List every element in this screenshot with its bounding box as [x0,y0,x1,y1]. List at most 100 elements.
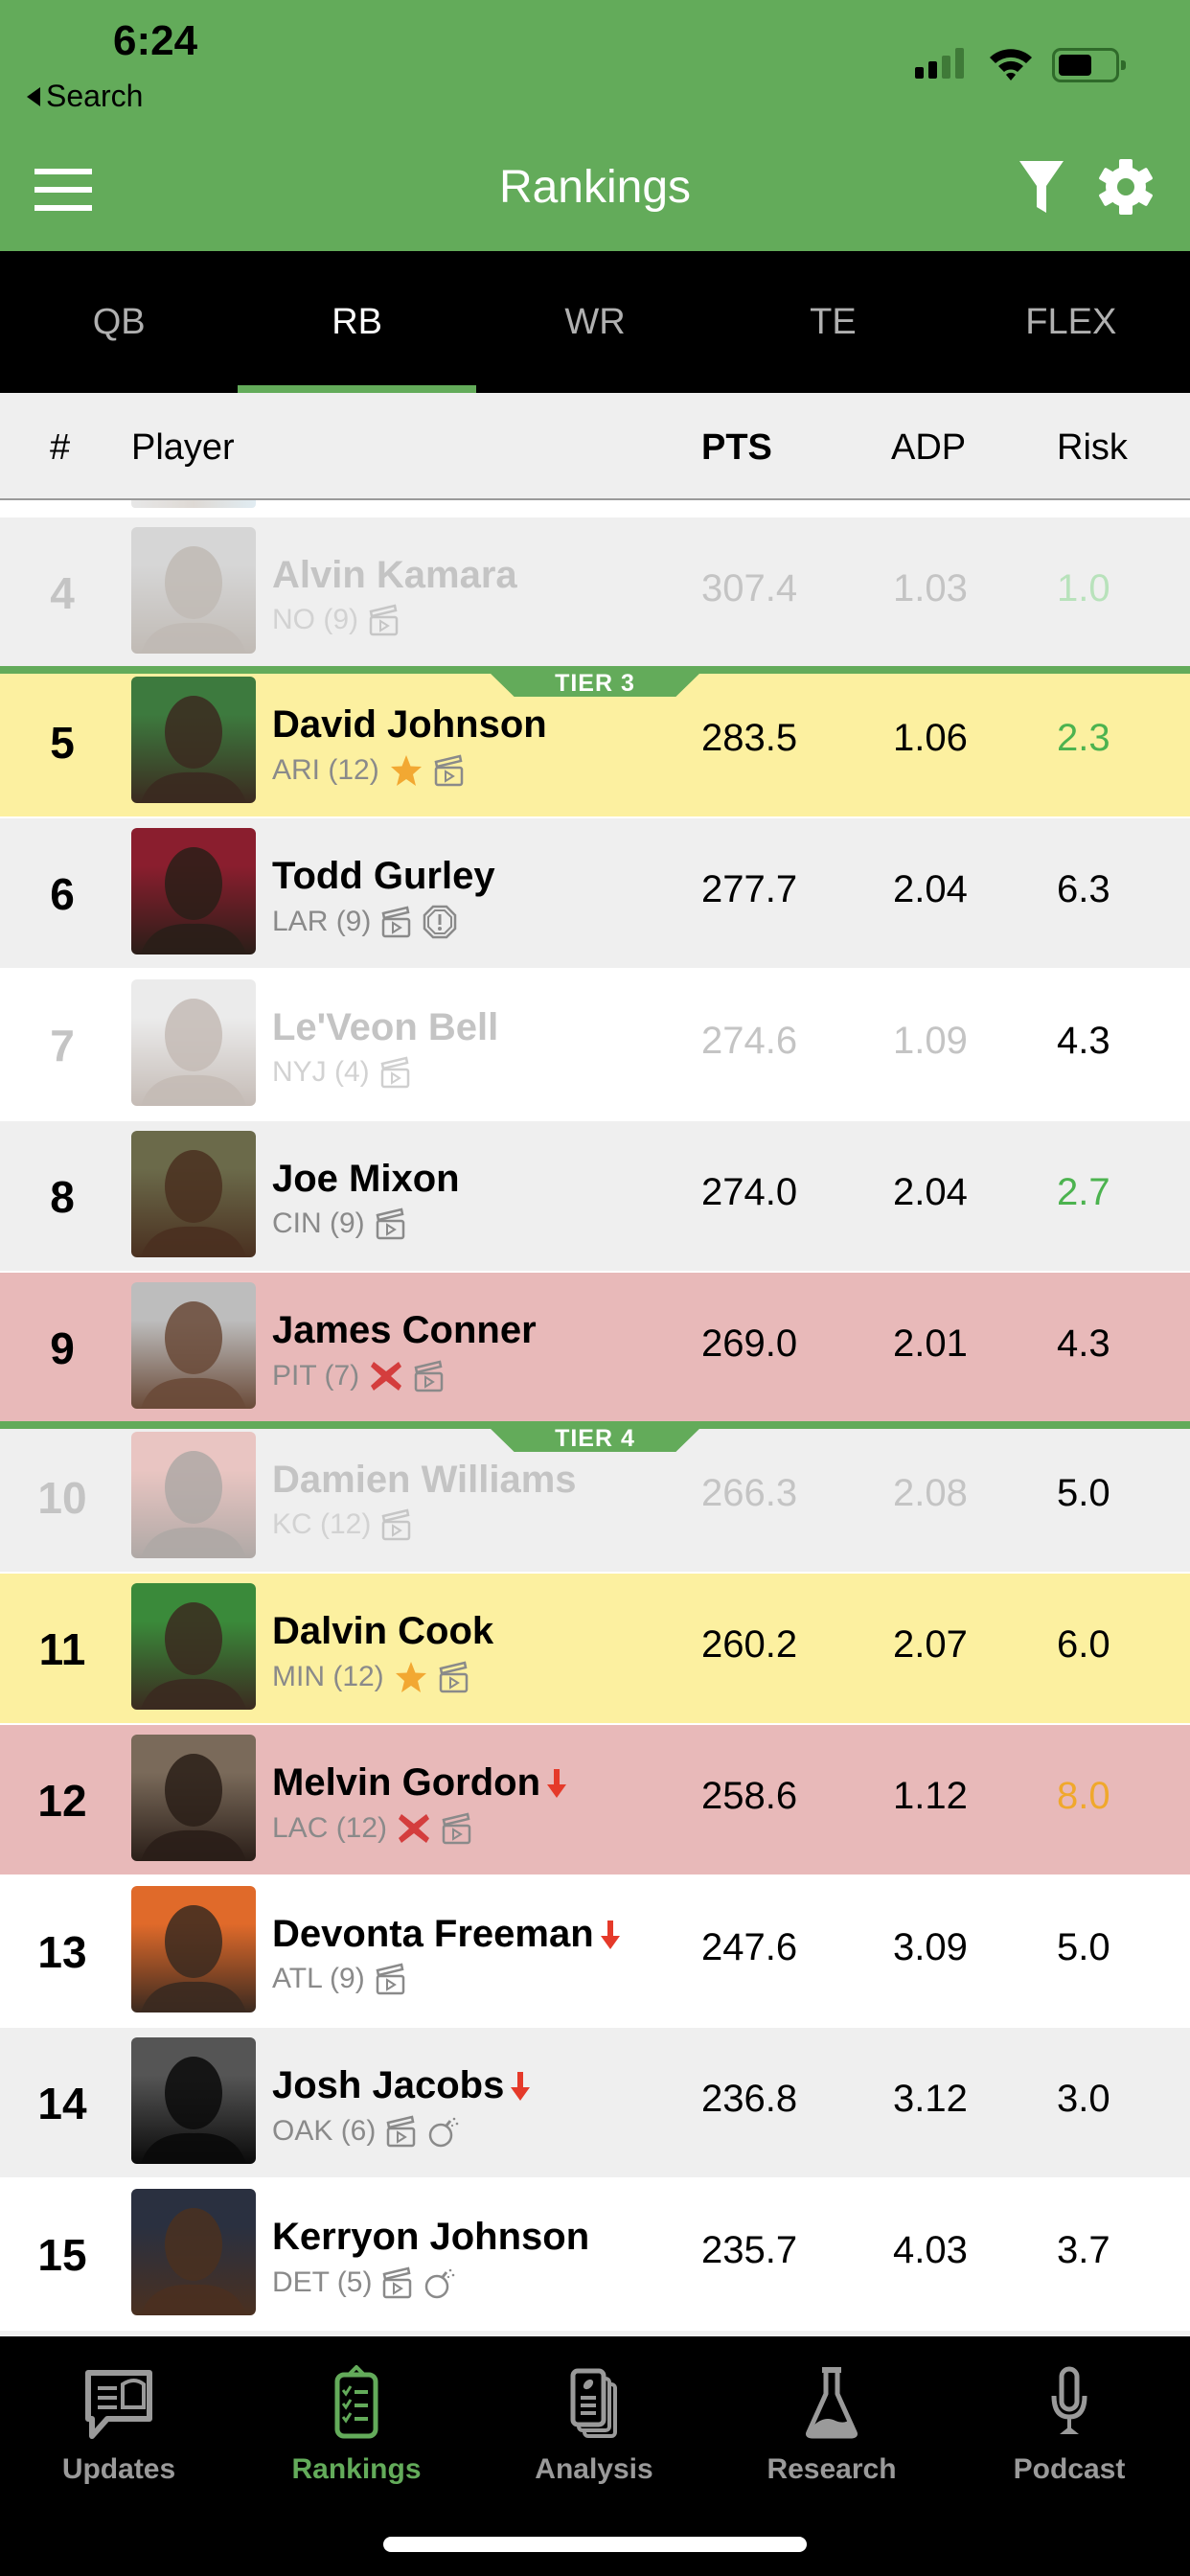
tier-badge: TIER 3 [489,672,701,697]
player-row[interactable]: 14 Josh Jacobs OAK (6) 236.8 3.12 3.0 [0,2028,1190,2177]
player-name[interactable]: Todd Gurley [272,855,495,898]
column-header-rank[interactable]: # [50,427,70,469]
battery-icon [1052,48,1126,82]
player-name[interactable]: Damien Williams [272,1459,577,1502]
updates-icon [85,2370,152,2439]
bottom-tab-rankings[interactable]: Rankings [238,2336,475,2499]
player-risk: 2.7 [1057,1171,1110,1213]
player-name[interactable]: Alvin Kamara [272,554,517,597]
player-photo[interactable] [131,677,256,803]
rookie-bomb-icon[interactable] [427,2114,462,2149]
player-name-wrap[interactable]: Todd Gurley [272,855,495,898]
bottom-tab-podcast[interactable]: Podcast [950,2336,1188,2499]
player-name-wrap[interactable]: James Conner [272,1309,537,1352]
player-pts: 247.6 [701,1926,798,1968]
player-photo[interactable] [131,1583,256,1710]
injury-alert-icon[interactable] [423,905,457,939]
player-name-wrap[interactable]: Kerryon Johnson [272,2216,589,2259]
player-photo[interactable] [131,1131,256,1257]
column-header-adp[interactable]: ADP [891,427,966,469]
column-header-risk[interactable]: Risk [1057,427,1128,469]
tab-wr[interactable]: WR [476,251,714,393]
player-name[interactable]: Josh Jacobs [272,2064,504,2107]
video-clapper-icon[interactable] [368,604,400,636]
player-rank: 12 [37,1776,87,1826]
video-clapper-icon[interactable] [413,1360,446,1392]
player-name-wrap[interactable]: Melvin Gordon [272,1761,567,1805]
tab-qb[interactable]: QB [0,251,238,393]
video-clapper-icon[interactable] [375,1208,407,1240]
avoid-x-icon [371,1362,402,1391]
player-team-bye: NO (9) [272,604,358,635]
video-clapper-icon[interactable] [379,1056,412,1089]
player-risk: 4.3 [1057,1322,1110,1365]
player-name-wrap[interactable]: Josh Jacobs [272,2064,531,2107]
video-clapper-icon[interactable] [381,2266,414,2299]
player-photo[interactable] [131,1735,256,1861]
column-header-pts[interactable]: PTS [701,427,772,469]
player-row[interactable]: 12 Melvin Gordon LAC (12) 258.6 1.12 8.0 [0,1725,1190,1874]
player-row[interactable]: 13 Devonta Freeman ATL (9) 247.6 3.09 5.0 [0,1876,1190,2026]
player-row[interactable]: 7 Le'Veon Bell NYJ (4) 274.6 1.09 4.3 [0,970,1190,1119]
player-name[interactable]: Devonta Freeman [272,1913,594,1956]
player-row[interactable]: 4 Alvin Kamara NO (9) 307.4 1.03 1.0 [0,518,1190,667]
player-pts: 260.2 [701,1623,798,1666]
video-clapper-icon[interactable] [385,2115,418,2148]
player-name[interactable]: Dalvin Cook [272,1610,493,1653]
tab-te[interactable]: TE [714,251,951,393]
player-name-wrap[interactable]: Damien Williams [272,1459,577,1502]
player-photo[interactable] [131,1282,256,1409]
tab-rb[interactable]: RB [238,251,477,393]
player-rankings-list[interactable]: 4 Alvin Kamara NO (9) 307.4 1.03 1.0 5 David Jo… [0,500,1190,2336]
back-to-search-link[interactable]: Search [27,79,143,114]
video-clapper-icon[interactable] [380,1508,413,1541]
video-clapper-icon[interactable] [438,1661,470,1693]
player-risk: 5.0 [1057,1472,1110,1514]
player-pts: 274.0 [701,1171,798,1213]
player-name-wrap[interactable]: Le'Veon Bell [272,1006,498,1049]
player-photo[interactable] [131,1432,256,1558]
partial-row-above [131,500,256,508]
player-photo[interactable] [131,979,256,1106]
player-rank: 11 [38,1624,86,1674]
video-clapper-icon[interactable] [375,1963,407,1995]
player-photo[interactable] [131,2037,256,2164]
player-row[interactable]: 9 James Conner PIT (7) 269.0 2.01 4.3 [0,1273,1190,1422]
video-clapper-icon[interactable] [433,754,466,787]
bottom-tab-research[interactable]: Research [713,2336,950,2499]
player-row[interactable]: 11 Dalvin Cook MIN (12) 260.2 2.07 6.0 [0,1574,1190,1723]
player-pts: 277.7 [701,868,798,910]
player-name[interactable]: Melvin Gordon [272,1761,540,1805]
player-name[interactable]: Joe Mixon [272,1158,460,1201]
player-photo[interactable] [131,828,256,954]
player-photo[interactable] [131,527,256,654]
player-meta: ATL (9) [272,1963,407,1995]
video-clapper-icon[interactable] [441,1812,473,1845]
filter-icon[interactable] [1018,159,1065,215]
player-name[interactable]: David Johnson [272,703,547,747]
player-name-wrap[interactable]: Alvin Kamara [272,554,517,597]
settings-gear-icon[interactable] [1096,157,1156,217]
player-row[interactable]: 15 Kerryon Johnson DET (5) 235.7 4.03 3.7 [0,2179,1190,2329]
player-name-wrap[interactable]: Dalvin Cook [272,1610,493,1653]
player-photo[interactable] [131,2189,256,2315]
player-name-wrap[interactable]: Devonta Freeman [272,1913,621,1956]
column-header-player[interactable]: Player [131,427,235,469]
player-row[interactable]: 8 Joe Mixon CIN (9) 274.0 2.04 2.7 [0,1121,1190,1271]
player-name-wrap[interactable]: David Johnson [272,703,547,747]
player-row[interactable]: 6 Todd Gurley LAR (9) 277.7 2.04 6.3 [0,818,1190,968]
player-name[interactable]: Le'Veon Bell [272,1006,498,1049]
player-photo[interactable] [131,1886,256,2012]
player-rank: 13 [37,1927,87,1977]
video-clapper-icon[interactable] [380,906,413,938]
tab-flex[interactable]: FLEX [952,251,1190,393]
rookie-bomb-icon[interactable] [423,2266,458,2300]
player-team-bye: DET (5) [272,2266,373,2298]
bottom-tab-updates[interactable]: Updates [0,2336,238,2499]
bottom-tab-analysis[interactable]: Analysis [475,2336,713,2499]
player-name-wrap[interactable]: Joe Mixon [272,1158,460,1201]
player-name[interactable]: James Conner [272,1309,537,1352]
player-name[interactable]: Kerryon Johnson [272,2216,589,2259]
player-risk: 6.0 [1057,1623,1110,1666]
home-indicator[interactable] [383,2537,807,2552]
